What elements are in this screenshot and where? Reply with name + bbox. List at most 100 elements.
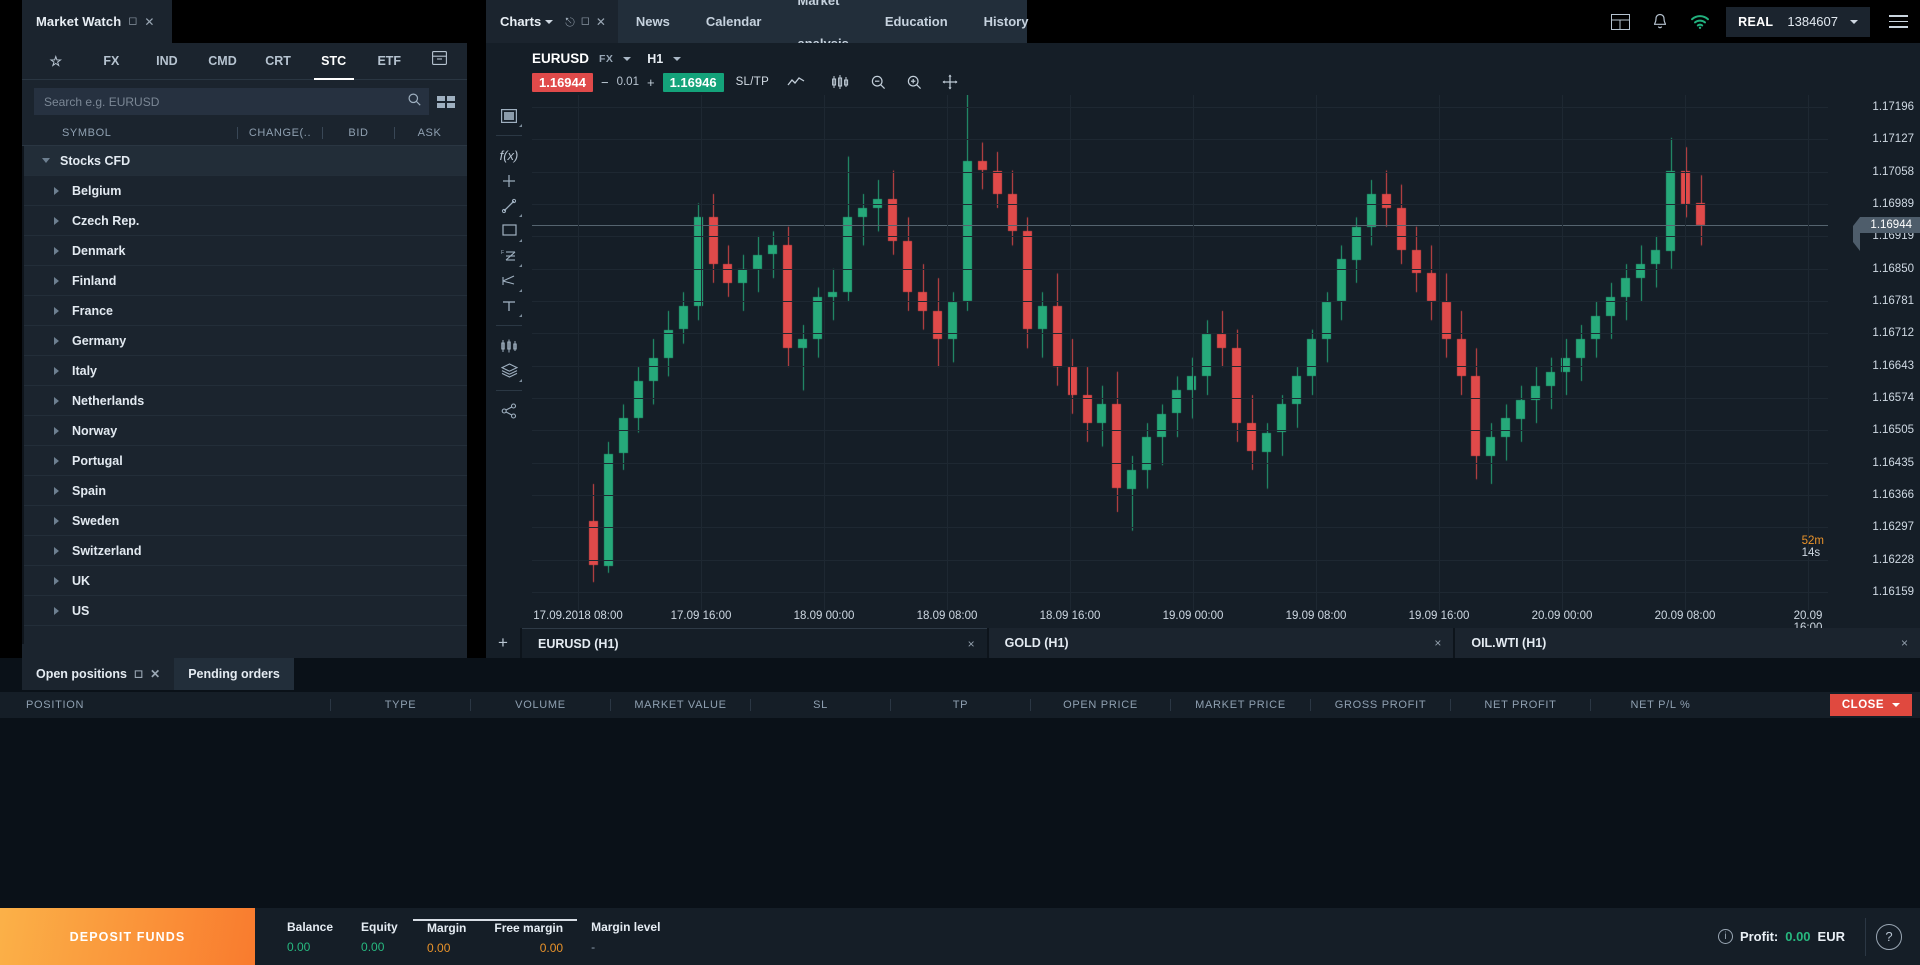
nav-item-news[interactable]: News — [618, 0, 688, 43]
positions-column-volume[interactable]: VOLUME — [470, 699, 610, 711]
zoom-in-icon[interactable] — [903, 71, 925, 93]
chart-plot-area[interactable] — [532, 95, 1828, 610]
share-icon[interactable] — [494, 398, 524, 423]
chevron-down-icon[interactable] — [42, 158, 60, 163]
chevron-right-icon[interactable] — [54, 217, 72, 225]
market-watch-row[interactable]: Stocks CFD — [24, 146, 467, 176]
market-watch-row[interactable]: Portugal — [24, 446, 467, 476]
column-symbol[interactable]: SYMBOL — [22, 127, 237, 139]
column-change[interactable]: CHANGE(.. — [237, 127, 322, 139]
chevron-down-icon[interactable] — [545, 20, 553, 24]
account-selector[interactable]: REAL 1384607 — [1726, 7, 1870, 37]
chevron-right-icon[interactable] — [54, 547, 72, 555]
market-watch-row[interactable]: Spain — [24, 476, 467, 506]
chevron-right-icon[interactable] — [54, 427, 72, 435]
mw-tab-stc[interactable]: STC — [306, 43, 362, 79]
chart-type-icon[interactable] — [494, 103, 524, 128]
close-icon[interactable]: × — [1901, 636, 1908, 650]
deposit-funds-button[interactable]: DEPOSIT FUNDS — [0, 908, 255, 965]
layers-icon[interactable] — [494, 358, 524, 383]
chevron-right-icon[interactable] — [54, 337, 72, 345]
positions-column-type[interactable]: TYPE — [330, 699, 470, 711]
market-watch-row[interactable]: Germany — [24, 326, 467, 356]
restore-icon[interactable]: ◻ — [134, 669, 143, 680]
close-icon[interactable]: ✕ — [144, 16, 154, 28]
positions-column-market-value[interactable]: MARKET VALUE — [610, 699, 750, 711]
market-watch-row[interactable]: Norway — [24, 416, 467, 446]
market-watch-row[interactable]: US — [24, 596, 467, 626]
popout-icon[interactable]: ⎋ — [565, 16, 575, 28]
chevron-right-icon[interactable] — [54, 307, 72, 315]
market-watch-row[interactable]: UK — [24, 566, 467, 596]
positions-column-open-price[interactable]: OPEN PRICE — [1030, 699, 1170, 711]
chevron-right-icon[interactable] — [54, 517, 72, 525]
chart-timeframe[interactable]: H1 — [647, 52, 663, 66]
positions-column-tp[interactable]: TP — [890, 699, 1030, 711]
volume-value[interactable]: 0.01 — [617, 76, 639, 88]
mw-tab-cmd[interactable]: CMD — [195, 43, 251, 79]
nav-item-calendar[interactable]: Calendar — [688, 0, 780, 43]
chevron-down-icon[interactable] — [1892, 703, 1900, 707]
positions-column-net-profit[interactable]: NET PROFIT — [1450, 699, 1590, 711]
restore-icon[interactable]: ◻ — [581, 16, 590, 27]
market-watch-list[interactable]: Stocks CFDBelgiumCzech Rep.DenmarkFinlan… — [22, 146, 467, 644]
zoom-out-icon[interactable] — [867, 71, 889, 93]
close-icon[interactable]: × — [1434, 636, 1441, 650]
crosshair-icon[interactable] — [939, 71, 961, 93]
positions-column-sl[interactable]: SL — [750, 699, 890, 711]
market-watch-row[interactable]: Switzerland — [24, 536, 467, 566]
chart-symbol[interactable]: EURUSD — [532, 51, 589, 66]
decrease-volume-icon[interactable]: − — [601, 75, 609, 90]
chevron-down-icon[interactable] — [673, 57, 681, 61]
help-icon[interactable]: ? — [1876, 924, 1902, 950]
sell-price-button[interactable]: 1.16944 — [532, 73, 593, 92]
chevron-right-icon[interactable] — [54, 367, 72, 375]
search-input[interactable] — [44, 95, 408, 109]
hamburger-icon[interactable] — [1876, 0, 1920, 43]
candlestick-icon[interactable] — [829, 71, 851, 93]
column-ask[interactable]: ASK — [394, 127, 464, 139]
market-watch-row[interactable]: France — [24, 296, 467, 326]
sl-tp-toggle[interactable]: SL/TP — [736, 76, 769, 88]
chevron-right-icon[interactable] — [54, 487, 72, 495]
charts-tab[interactable]: Charts ⎋ ◻ ✕ — [486, 0, 618, 43]
chart-tab-gold[interactable]: GOLD (H1) × — [989, 628, 1454, 658]
market-watch-row[interactable]: Italy — [24, 356, 467, 386]
crosshair-tool-icon[interactable] — [494, 168, 524, 193]
chart-price-axis[interactable]: 1.171961.171271.170581.169891.169191.168… — [1828, 95, 1920, 610]
chevron-right-icon[interactable] — [54, 277, 72, 285]
market-watch-row[interactable]: Belgium — [24, 176, 467, 206]
close-all-positions-button[interactable]: CLOSE — [1830, 694, 1912, 716]
market-watch-window-tab[interactable]: Market Watch ◻ ✕ — [22, 0, 172, 43]
market-watch-row[interactable]: Czech Rep. — [24, 206, 467, 236]
positions-column-position[interactable]: POSITION — [0, 699, 330, 711]
tab-pending-orders[interactable]: Pending orders — [174, 658, 294, 690]
search-box[interactable] — [34, 88, 429, 115]
positions-column-market-price[interactable]: MARKET PRICE — [1170, 699, 1310, 711]
close-icon[interactable]: × — [968, 637, 975, 651]
archive-icon[interactable] — [417, 43, 461, 79]
column-bid[interactable]: BID — [322, 127, 394, 139]
market-watch-row[interactable]: Sweden — [24, 506, 467, 536]
line-chart-icon[interactable] — [785, 71, 807, 93]
layout-icon[interactable] — [1600, 0, 1640, 43]
chevron-right-icon[interactable] — [54, 607, 72, 615]
close-icon[interactable]: ✕ — [596, 16, 606, 28]
chevron-right-icon[interactable] — [54, 187, 72, 195]
candles-settings-icon[interactable] — [494, 333, 524, 358]
mw-tab-ind[interactable]: IND — [139, 43, 195, 79]
nav-item-history[interactable]: History — [966, 0, 1047, 43]
grid-view-icon[interactable] — [437, 96, 455, 108]
mw-tab-crt[interactable]: CRT — [250, 43, 306, 79]
line-tool-icon[interactable] — [494, 193, 524, 218]
increase-volume-icon[interactable]: + — [647, 75, 655, 90]
indicators-fx-icon[interactable]: f(x) — [494, 143, 524, 168]
search-icon[interactable] — [408, 93, 421, 111]
fibonacci-tool-icon[interactable]: F — [494, 243, 524, 268]
chevron-down-icon[interactable] — [1850, 20, 1858, 24]
chevron-right-icon[interactable] — [54, 247, 72, 255]
chart-tab-oilwti[interactable]: OIL.WTI (H1) × — [1455, 628, 1920, 658]
rectangle-tool-icon[interactable] — [494, 218, 524, 243]
chevron-down-icon[interactable] — [623, 57, 631, 61]
add-chart-button[interactable]: + — [486, 628, 520, 658]
